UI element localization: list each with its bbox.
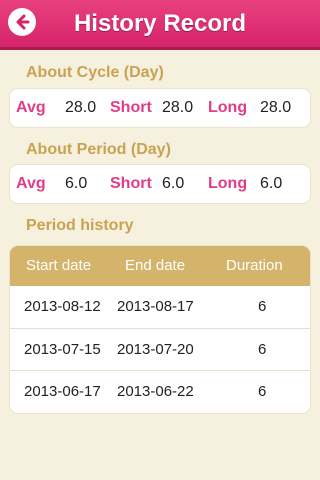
- period-avg-label: Avg: [16, 175, 46, 192]
- row-duration: 6: [258, 341, 267, 358]
- table-row[interactable]: 2013-08-12 2013-08-17 6: [10, 286, 310, 328]
- cycle-short-label: Short: [110, 99, 152, 116]
- row-end-date: 2013-07-20: [117, 341, 194, 358]
- cycle-long-value: 28.0: [260, 99, 292, 116]
- back-arrow-icon: [16, 14, 30, 30]
- history-section-label: Period history: [26, 217, 134, 234]
- period-stats-card: Avg 6.0 Short 6.0 Long 6.0: [10, 165, 310, 203]
- page-title: History Record: [73, 10, 247, 37]
- cycle-avg-value: 28.0: [65, 99, 97, 116]
- period-short-label: Short: [110, 175, 152, 192]
- period-avg-value: 6.0: [65, 175, 88, 192]
- period-long-label: Long: [208, 175, 248, 192]
- table-header: Start date End date Duration: [10, 246, 310, 286]
- column-header-duration: Duration: [226, 257, 283, 274]
- back-button[interactable]: [8, 8, 36, 36]
- row-duration: 6: [258, 298, 267, 315]
- cycle-stats-card: Avg 28.0 Short 28.0 Long 28.0: [10, 89, 310, 127]
- row-end-date: 2013-08-17: [117, 298, 194, 315]
- cycle-long-label: Long: [208, 99, 248, 116]
- row-end-date: 2013-06-22: [117, 383, 194, 400]
- column-header-start-date: Start date: [26, 257, 92, 274]
- table-row[interactable]: 2013-07-15 2013-07-20 6: [10, 328, 310, 370]
- row-duration: 6: [258, 383, 267, 400]
- history-table: Start date End date Duration 2013-08-12 …: [10, 246, 310, 413]
- nav-bar: History Record: [0, 0, 320, 50]
- period-short-value: 6.0: [162, 175, 185, 192]
- row-start-date: 2013-06-17: [24, 383, 101, 400]
- table-row[interactable]: 2013-06-17 2013-06-22 6: [10, 370, 310, 412]
- cycle-section-label: About Cycle (Day): [26, 64, 164, 81]
- row-start-date: 2013-08-12: [24, 298, 101, 315]
- cycle-avg-label: Avg: [16, 99, 46, 116]
- cycle-short-value: 28.0: [162, 99, 194, 116]
- row-start-date: 2013-07-15: [24, 341, 101, 358]
- period-long-value: 6.0: [260, 175, 283, 192]
- column-header-end-date: End date: [125, 257, 186, 274]
- period-section-label: About Period (Day): [26, 141, 171, 158]
